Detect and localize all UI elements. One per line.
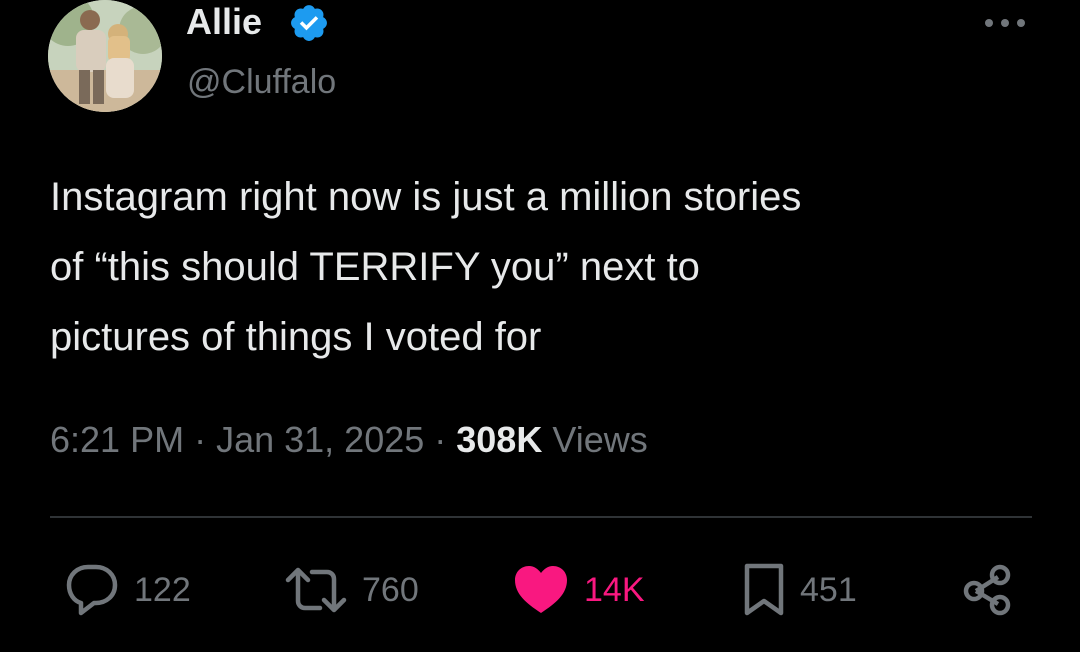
repost-arrows-icon	[285, 567, 347, 613]
repost-count: 760	[362, 571, 419, 609]
like-button[interactable]: 14K	[512, 562, 645, 618]
views-label: Views	[542, 419, 648, 460]
avatar[interactable]	[48, 0, 162, 112]
bookmark-count: 451	[800, 571, 857, 609]
share-icon[interactable]	[962, 564, 1012, 616]
handle[interactable]: @Cluffalo	[187, 62, 336, 102]
tweet-text: Instagram right now is just a million st…	[50, 175, 802, 359]
bookmark-button[interactable]: 451	[742, 562, 857, 618]
meta-separator: ·	[184, 419, 217, 460]
bookmark-icon	[744, 563, 784, 616]
tweet-meta: 6:21 PM · Jan 31, 2025 · 308K Views	[50, 418, 648, 462]
reply-bubble-icon	[66, 564, 118, 616]
tweet-time[interactable]: 6:21 PM	[50, 419, 184, 460]
verified-badge-icon	[291, 5, 327, 41]
display-name[interactable]: Allie	[186, 2, 262, 42]
views-count: 308K	[456, 419, 543, 460]
heart-icon	[515, 566, 567, 613]
reply-count: 122	[134, 571, 191, 609]
reply-button[interactable]: 122	[64, 562, 191, 618]
more-dots-icon[interactable]	[982, 10, 1028, 36]
divider	[50, 516, 1032, 518]
meta-separator: ·	[424, 419, 457, 460]
repost-button[interactable]: 760	[284, 562, 419, 618]
like-count: 14K	[584, 571, 645, 609]
tweet-date[interactable]: Jan 31, 2025	[216, 419, 424, 460]
avatar-photo	[48, 0, 162, 112]
